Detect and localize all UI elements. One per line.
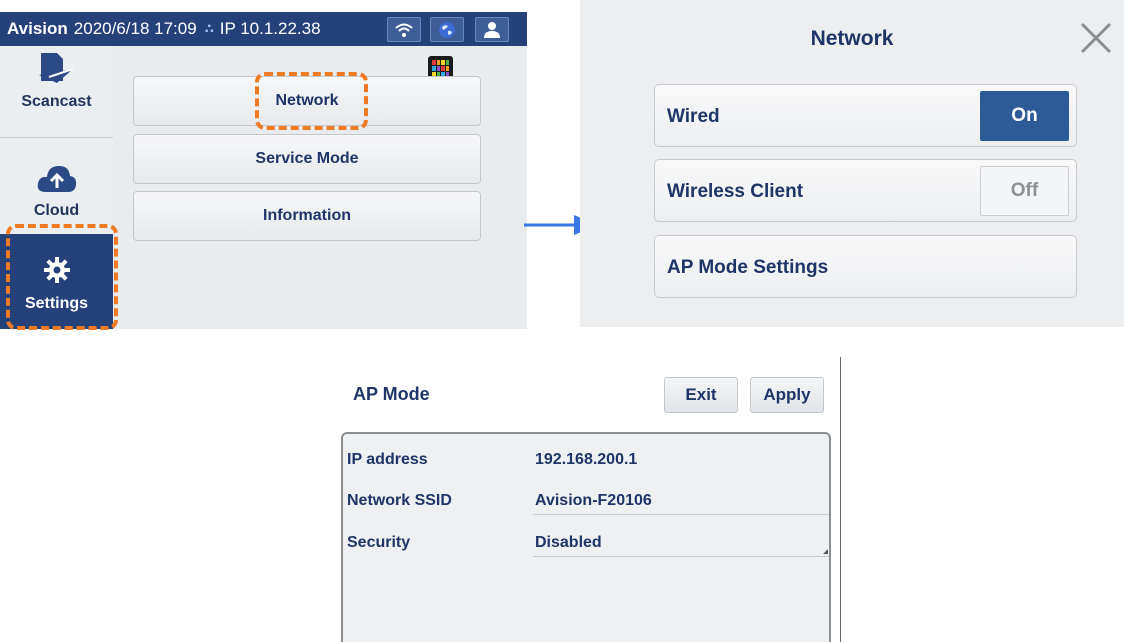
security-value: Disabled (535, 534, 602, 551)
ip-address-value: 192.168.200.1 (535, 451, 638, 468)
cloud-upload-icon (37, 166, 76, 192)
security-row: Security Disabled (343, 530, 829, 560)
exit-button[interactable]: Exit (664, 377, 738, 413)
information-label: Information (263, 207, 351, 224)
sidebar-item-label: Settings (24, 295, 89, 312)
page-title: AP Mode (353, 384, 430, 404)
network-ssid-label: Network SSID (347, 492, 452, 509)
ap-mode-settings-row[interactable]: AP Mode Settings (654, 235, 1077, 298)
network-label: Network (275, 92, 339, 109)
apply-button[interactable]: Apply (750, 377, 824, 413)
dialog-title: Network (810, 27, 894, 50)
user-button[interactable] (475, 17, 509, 42)
brand-label: Avision (7, 19, 68, 38)
gear-icon (43, 257, 70, 283)
status-bar: Avision 2020/6/18 17:09 ∴ IP 10.1.22.38 (0, 12, 527, 46)
ip-address-row: IP address 192.168.200.1 (343, 447, 829, 477)
sidebar: Scancast Cloud Settings (0, 46, 113, 329)
network-button[interactable]: Network (133, 76, 481, 126)
sidebar-item-label: Cloud (33, 202, 80, 219)
ip-address-label: IP address (347, 451, 428, 468)
sidebar-item-cloud[interactable]: Cloud (0, 138, 113, 233)
network-icon: ∴ (204, 21, 214, 36)
globe-icon (439, 21, 455, 38)
ap-mode-settings-label: AP Mode Settings (667, 257, 829, 278)
globe-button[interactable] (430, 17, 464, 42)
network-dialog: Network Wired On Wireless Client Off AP … (580, 0, 1124, 327)
security-label: Security (347, 534, 411, 551)
datetime-label: 2020/6/18 17:09 (73, 19, 197, 38)
wireless-client-label: Wireless Client (667, 181, 804, 202)
wired-toggle[interactable]: On (980, 91, 1069, 141)
security-select[interactable]: Disabled (533, 534, 829, 557)
network-ssid-row: Network SSID Avision-F20106 (343, 488, 829, 518)
wifi-button[interactable] (387, 17, 421, 42)
ip-label: IP 10.1.22.38 (219, 19, 321, 38)
ap-settings-box: IP address 192.168.200.1 Network SSID Av… (341, 432, 831, 642)
ap-mode-screen: AP Mode Exit Apply IP address 192.168.20… (337, 357, 841, 642)
service-mode-button[interactable]: Service Mode (133, 134, 481, 184)
settings-screen: Avision 2020/6/18 17:09 ∴ IP 10.1.22.38 (0, 12, 527, 329)
sidebar-item-settings[interactable]: Settings (0, 234, 113, 329)
wireless-client-row: Wireless Client Off (654, 159, 1077, 222)
sidebar-item-label: Scancast (21, 93, 92, 110)
service-mode-label: Service Mode (255, 150, 359, 167)
information-button[interactable]: Information (133, 191, 481, 241)
scancast-icon (38, 53, 73, 83)
dropdown-corner-icon (823, 549, 828, 554)
wireless-client-toggle[interactable]: Off (980, 166, 1069, 216)
sidebar-item-scancast[interactable]: Scancast (0, 46, 113, 127)
user-icon (484, 21, 500, 38)
wifi-icon (395, 23, 413, 37)
network-ssid-field[interactable]: Avision-F20106 (533, 492, 829, 515)
wired-row: Wired On (654, 84, 1077, 147)
close-icon[interactable] (1076, 18, 1116, 58)
wired-label: Wired (667, 106, 720, 127)
